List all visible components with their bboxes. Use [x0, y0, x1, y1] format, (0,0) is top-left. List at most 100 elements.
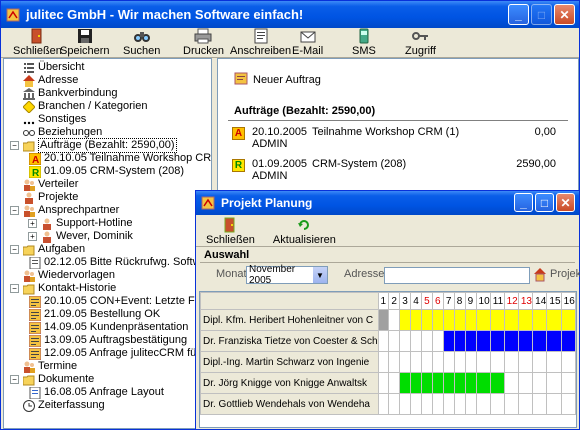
- tree-item[interactable]: Branchen / Kategorien: [4, 100, 211, 113]
- day-cell[interactable]: [560, 309, 576, 331]
- tree-item[interactable]: − Aufgaben: [4, 243, 211, 256]
- tree-item[interactable]: Wiedervorlagen: [4, 269, 211, 282]
- day-cell[interactable]: [464, 330, 477, 352]
- planning-close-tool-button[interactable]: Schließen: [202, 217, 259, 246]
- day-cell[interactable]: [431, 393, 444, 415]
- day-cell[interactable]: [410, 372, 423, 394]
- planning-close-button[interactable]: ✕: [556, 193, 575, 212]
- day-cell[interactable]: [388, 351, 401, 373]
- tree-item[interactable]: A 20.10.05 Teilnahme Workshop CRM (1): [4, 152, 211, 165]
- tree-item[interactable]: + Wever, Dominik: [4, 230, 211, 243]
- tree-item[interactable]: Termine: [4, 360, 211, 373]
- day-cell[interactable]: [431, 351, 444, 373]
- tree-item[interactable]: − Ansprechpartner: [4, 204, 211, 217]
- resource-name[interactable]: Dr. Jörg Knigge von Knigge Anwaltsk: [200, 372, 379, 394]
- resource-name[interactable]: Dipl. Kfm. Heribert Hohenleitner von C: [200, 309, 379, 331]
- suchen-button[interactable]: Suchen: [119, 29, 164, 57]
- maximize-button[interactable]: □: [531, 4, 552, 25]
- day-cell[interactable]: [388, 309, 401, 331]
- tree-item[interactable]: 12.09.05 Anfrage julitecCRM für der: [4, 347, 211, 360]
- day-cell[interactable]: [410, 351, 423, 373]
- day-cell[interactable]: [489, 309, 505, 331]
- planning-titlebar[interactable]: Projekt Planung _ □ ✕: [196, 191, 579, 215]
- day-cell[interactable]: [442, 351, 455, 373]
- day-cell[interactable]: [377, 393, 390, 415]
- tree-item[interactable]: 21.09.05 Bestellung OK: [4, 308, 211, 321]
- day-cell[interactable]: [464, 393, 477, 415]
- day-cell[interactable]: [442, 372, 455, 394]
- day-cell[interactable]: [410, 330, 423, 352]
- day-cell[interactable]: [442, 330, 455, 352]
- day-cell[interactable]: [377, 351, 390, 373]
- tree-item[interactable]: − Kontakt-Historie: [4, 282, 211, 295]
- tree-item[interactable]: Sonstiges: [4, 113, 211, 126]
- day-cell[interactable]: [421, 330, 433, 352]
- day-cell[interactable]: [399, 351, 412, 373]
- address-input[interactable]: [384, 267, 530, 284]
- day-cell[interactable]: [421, 393, 433, 415]
- close-window-button[interactable]: ✕: [554, 4, 575, 25]
- day-cell[interactable]: [560, 351, 576, 373]
- tree-item[interactable]: 20.10.05 CON+Event: Letzte Frager: [4, 295, 211, 308]
- tree-item[interactable]: Übersicht: [4, 61, 211, 74]
- day-cell[interactable]: [546, 351, 562, 373]
- collapse-icon[interactable]: −: [10, 284, 19, 293]
- day-cell[interactable]: [532, 372, 548, 394]
- day-cell[interactable]: [442, 309, 455, 331]
- day-cell[interactable]: [560, 372, 576, 394]
- day-cell[interactable]: [489, 351, 505, 373]
- speichern-button[interactable]: Speichern: [56, 29, 114, 57]
- day-cell[interactable]: [517, 393, 534, 415]
- day-cell[interactable]: [532, 351, 548, 373]
- planning-maximize-button[interactable]: □: [535, 193, 554, 212]
- tree-item[interactable]: Adresse: [4, 74, 211, 87]
- tree-item[interactable]: − Dokumente: [4, 373, 211, 386]
- day-cell[interactable]: [475, 351, 491, 373]
- day-cell[interactable]: [421, 372, 433, 394]
- new-order-link[interactable]: Neuer Auftrag: [234, 71, 321, 88]
- anschreiben-button[interactable]: Anschreiben: [226, 28, 295, 57]
- day-cell[interactable]: [546, 372, 562, 394]
- day-cell[interactable]: [399, 330, 412, 352]
- day-cell[interactable]: [475, 330, 491, 352]
- day-cell[interactable]: [489, 372, 505, 394]
- day-cell[interactable]: [377, 372, 390, 394]
- day-cell[interactable]: [453, 309, 466, 331]
- sms-button[interactable]: SMS: [348, 28, 380, 57]
- zugriff-button[interactable]: Zugriff: [401, 29, 440, 57]
- expand-icon[interactable]: +: [28, 232, 37, 241]
- day-cell[interactable]: [475, 393, 491, 415]
- day-cell[interactable]: [517, 330, 534, 352]
- collapse-icon[interactable]: −: [10, 375, 19, 384]
- day-cell[interactable]: [453, 393, 466, 415]
- day-cell[interactable]: [431, 372, 444, 394]
- tree-item[interactable]: 14.09.05 Kundenpräsentation: [4, 321, 211, 334]
- day-cell[interactable]: [377, 330, 390, 352]
- day-cell[interactable]: [410, 393, 423, 415]
- collapse-icon[interactable]: −: [10, 245, 19, 254]
- day-cell[interactable]: [475, 372, 491, 394]
- resource-name[interactable]: Dr. Franziska Tietze von Coester & Sch: [200, 330, 379, 352]
- tree-item[interactable]: − Aufträge (Bezahlt: 2590,00): [4, 138, 211, 153]
- tree-item[interactable]: Bankverbindung: [4, 87, 211, 100]
- day-cell[interactable]: [464, 351, 477, 373]
- day-cell[interactable]: [517, 309, 534, 331]
- resource-name[interactable]: Dr. Gottlieb Wendehals von Wendeha: [200, 393, 379, 415]
- main-titlebar[interactable]: julitec GmbH - Wir machen Software einfa…: [1, 1, 579, 28]
- day-cell[interactable]: [399, 372, 412, 394]
- day-cell[interactable]: [517, 351, 534, 373]
- day-cell[interactable]: [532, 330, 548, 352]
- tree-item[interactable]: Zeiterfassung: [4, 399, 211, 412]
- month-select[interactable]: November 2005 ▼: [246, 264, 328, 286]
- day-cell[interactable]: [410, 309, 423, 331]
- drucken-button[interactable]: Drucken: [179, 28, 228, 57]
- day-cell[interactable]: [503, 309, 519, 331]
- navigation-tree[interactable]: Übersicht Adresse Bankverbindung Branchen /…: [3, 58, 212, 429]
- day-cell[interactable]: [503, 351, 519, 373]
- tree-item[interactable]: 13.09.05 Auftragsbestätigung: [4, 334, 211, 347]
- tree-item[interactable]: 02.12.05 Bitte Rückrufwg. Software-: [4, 256, 211, 269]
- day-cell[interactable]: [532, 309, 548, 331]
- day-cell[interactable]: [503, 393, 519, 415]
- day-cell[interactable]: [421, 351, 433, 373]
- day-cell[interactable]: [388, 393, 401, 415]
